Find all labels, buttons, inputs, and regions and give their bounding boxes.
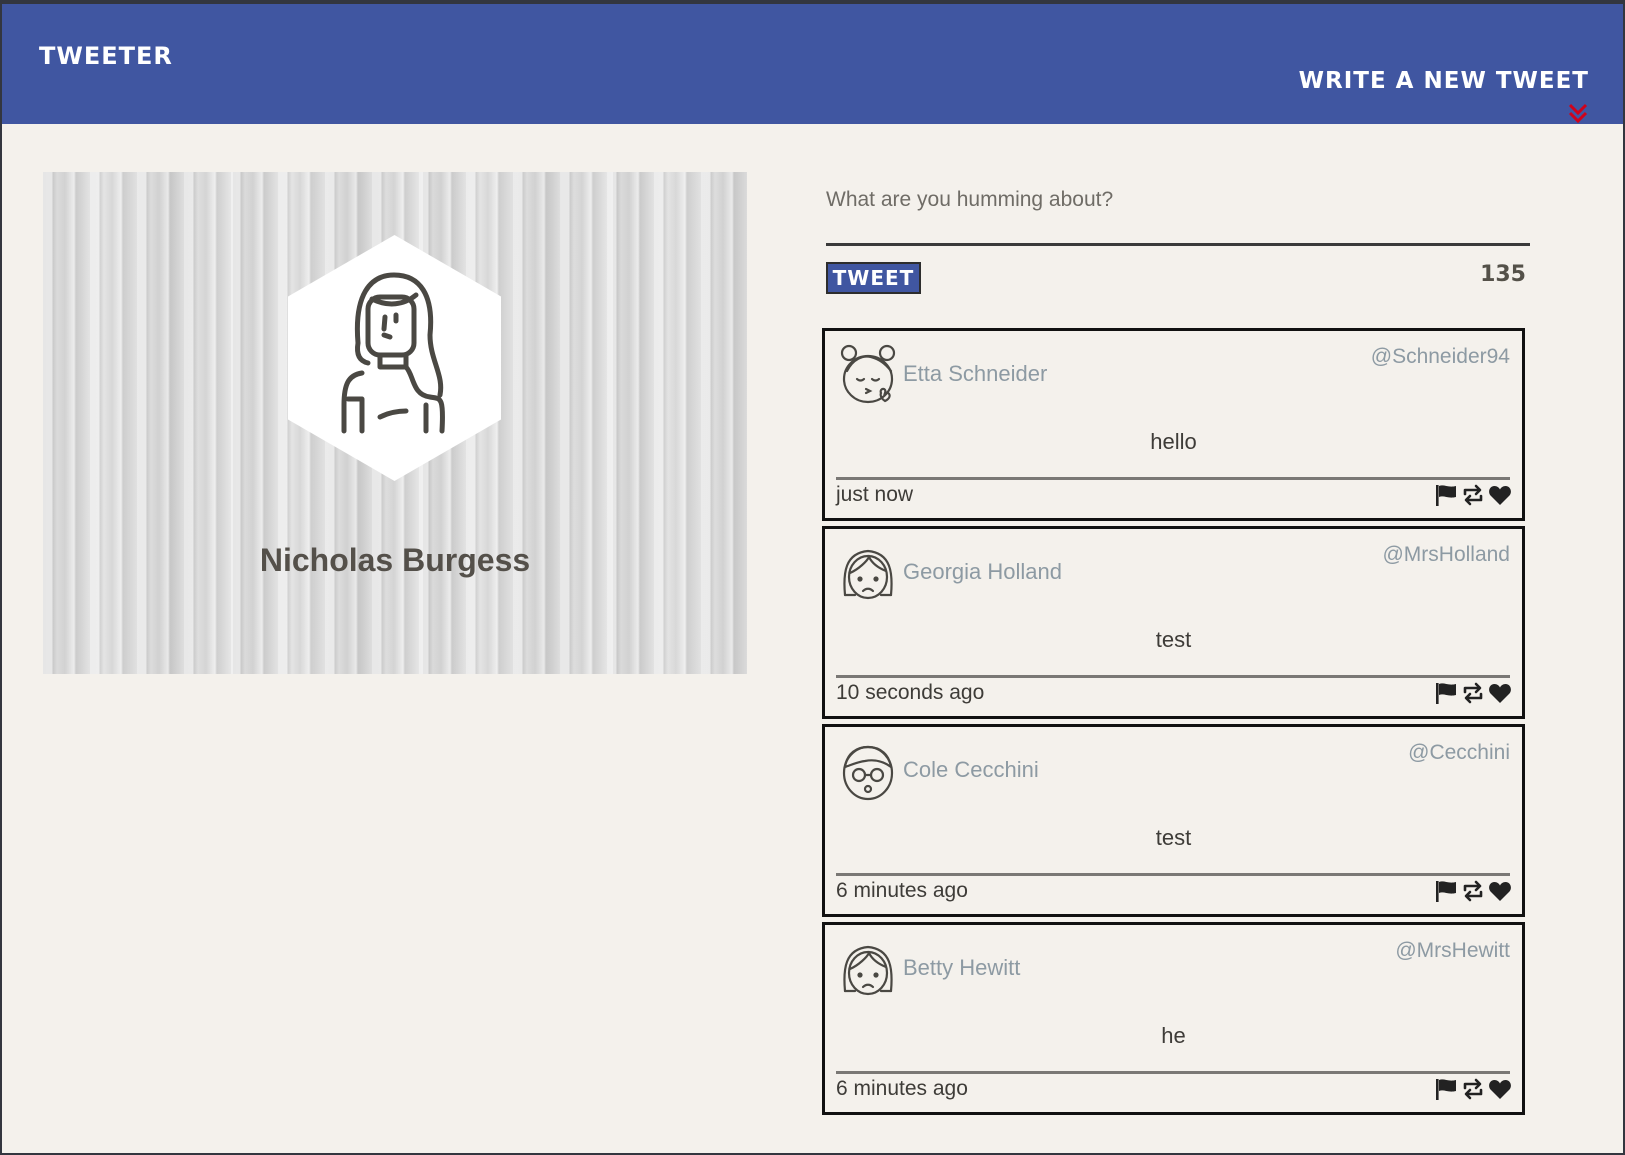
top-nav: TWEETER WRITE A NEW TWEET	[2, 4, 1623, 124]
retweet-icon[interactable]	[1461, 681, 1485, 705]
tweet-divider	[836, 1071, 1510, 1074]
tweet-card: Georgia Holland @MrsHolland test 10 seco…	[822, 526, 1525, 719]
tweet-compose-input[interactable]	[826, 182, 1530, 246]
write-new-tweet-label: WRITE A NEW TWEET	[1298, 68, 1589, 94]
tweet-text: he	[1161, 1023, 1186, 1048]
tweet-actions	[1434, 680, 1512, 706]
heart-icon[interactable]	[1488, 483, 1512, 507]
tweet-timestamp: 6 minutes ago	[836, 1077, 968, 1100]
tweet-divider	[836, 873, 1510, 876]
flag-icon[interactable]	[1434, 879, 1458, 903]
app-frame: TWEETER WRITE A NEW TWEET Nicholas Burge…	[0, 0, 1625, 1155]
tweet-card: Betty Hewitt @MrsHewitt he 6 minutes ago	[822, 922, 1525, 1115]
double-chevron-down-icon	[1568, 103, 1588, 124]
tweet-timestamp: 6 minutes ago	[836, 879, 968, 902]
flag-icon[interactable]	[1434, 483, 1458, 507]
tweet-actions	[1434, 1076, 1512, 1102]
heart-icon[interactable]	[1488, 681, 1512, 705]
tweet-text: hello	[1150, 429, 1197, 454]
tweet-divider	[836, 477, 1510, 480]
char-counter: 135	[1480, 262, 1526, 287]
woman-frown-avatar-icon	[843, 945, 893, 996]
tweet-divider	[836, 675, 1510, 678]
heart-icon[interactable]	[1488, 879, 1512, 903]
tweet-author: Etta Schneider	[903, 361, 1048, 386]
tweet-timestamp: just now	[836, 483, 914, 506]
tweet-card: Cole Cecchini @Cecchini test 6 minutes a…	[822, 724, 1525, 917]
tweet-submit-button[interactable]: TWEET	[826, 262, 921, 294]
girl-kiss-avatar-icon	[840, 344, 896, 404]
tweet-text: test	[1155, 825, 1192, 850]
retweet-icon[interactable]	[1461, 879, 1485, 903]
tweet-text: test	[1155, 627, 1192, 652]
tweet-handle: @Schneider94	[1370, 345, 1510, 368]
heart-icon[interactable]	[1488, 1077, 1512, 1101]
man-glasses-avatar-icon	[842, 745, 894, 801]
flag-icon[interactable]	[1434, 681, 1458, 705]
retweet-icon[interactable]	[1461, 483, 1485, 507]
brand-logo[interactable]: TWEETER	[39, 42, 173, 70]
woman-frown-avatar-icon	[843, 549, 893, 600]
tweet-handle: @Cecchini	[1408, 741, 1510, 764]
tweet-actions	[1434, 482, 1512, 508]
profile-avatar	[288, 235, 501, 481]
tweet-card: Etta Schneider @Schneider94 hello just n…	[822, 328, 1525, 521]
tweet-handle: @MrsHewitt	[1395, 939, 1510, 962]
profile-name: Nicholas Burgess	[259, 542, 531, 578]
write-new-tweet-button[interactable]: WRITE A NEW TWEET	[1298, 68, 1589, 124]
tweet-author: Georgia Holland	[903, 559, 1062, 584]
tweet-author: Cole Cecchini	[903, 757, 1039, 782]
tweet-handle: @MrsHolland	[1382, 543, 1510, 566]
retweet-icon[interactable]	[1461, 1077, 1485, 1101]
flag-icon[interactable]	[1434, 1077, 1458, 1101]
tweet-timestamp: 10 seconds ago	[836, 681, 985, 704]
tweet-author: Betty Hewitt	[903, 955, 1021, 980]
tweet-actions	[1434, 878, 1512, 904]
